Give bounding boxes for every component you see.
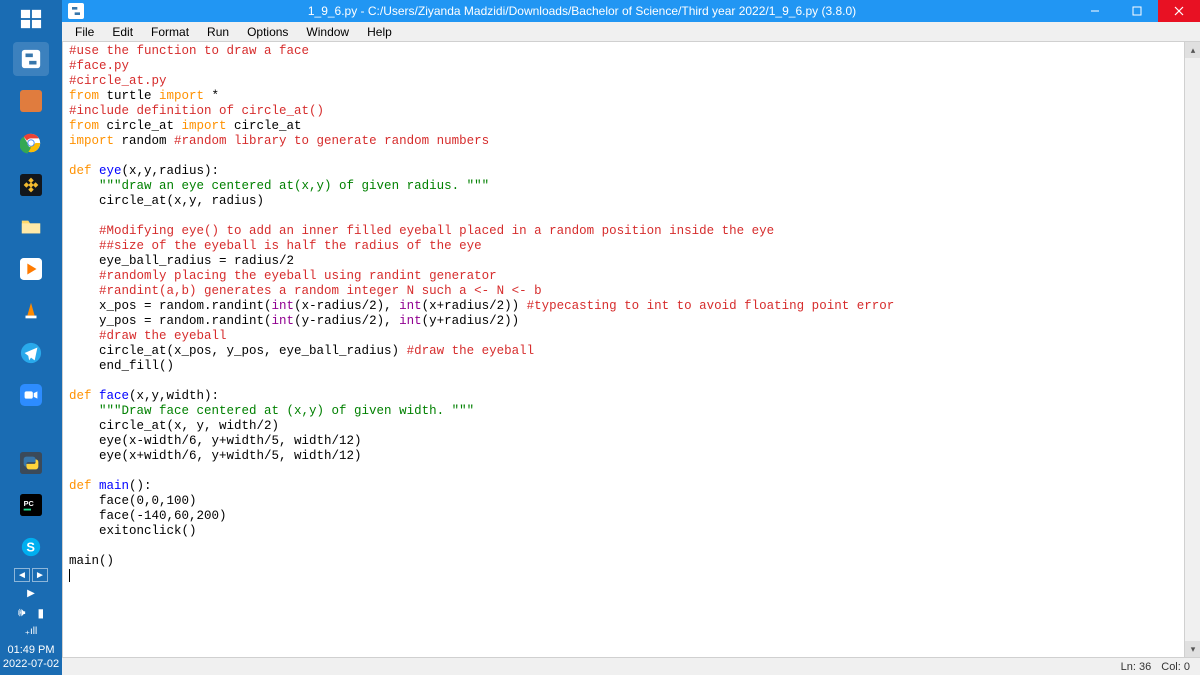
menu-options[interactable]: Options xyxy=(238,23,297,41)
close-button[interactable] xyxy=(1158,0,1200,22)
taskbar-nav-arrows: ◄ ► xyxy=(14,568,48,582)
taskbar-app-zoom[interactable] xyxy=(13,378,49,412)
menu-bar: File Edit Format Run Options Window Help xyxy=(62,22,1200,42)
svg-text:PC: PC xyxy=(24,499,35,508)
python-icon xyxy=(20,452,42,474)
editor-area: #use the function to draw a face#face.py… xyxy=(62,42,1200,657)
start-button[interactable] xyxy=(0,0,62,38)
vlc-icon xyxy=(20,300,42,322)
taskbar-app-1[interactable] xyxy=(13,84,49,118)
vertical-scrollbar[interactable]: ▴ ▾ xyxy=(1184,42,1200,657)
code-editor[interactable]: #use the function to draw a face#face.py… xyxy=(62,42,1184,657)
taskbar-app-python[interactable] xyxy=(13,446,49,480)
battery-icon[interactable]: ▮ xyxy=(37,606,44,620)
menu-format[interactable]: Format xyxy=(142,23,198,41)
minimize-button[interactable] xyxy=(1074,0,1116,22)
taskbar-app-binance[interactable] xyxy=(13,168,49,202)
media-player-icon xyxy=(20,258,42,280)
maximize-button[interactable] xyxy=(1116,0,1158,22)
folder-icon xyxy=(20,216,42,238)
app-icon xyxy=(20,90,42,112)
taskbar-arrow-right[interactable]: ► xyxy=(32,568,48,582)
python-idle-icon xyxy=(20,48,42,70)
app-icon xyxy=(66,1,86,21)
windows-logo-icon xyxy=(20,8,42,30)
chrome-icon xyxy=(20,132,42,154)
taskbar-app-explorer[interactable] xyxy=(13,210,49,244)
taskbar-app-media[interactable] xyxy=(13,252,49,286)
network-icon[interactable]: ₊ıll xyxy=(25,626,38,637)
volume-icon[interactable]: 🕪 xyxy=(18,605,26,620)
pycharm-icon: PC xyxy=(20,494,42,516)
taskbar-arrow-left[interactable]: ◄ xyxy=(14,568,30,582)
status-bar: Ln: 36 Col: 0 xyxy=(62,657,1200,675)
taskbar-app-telegram[interactable] xyxy=(13,336,49,370)
taskbar-app-idle[interactable] xyxy=(13,42,49,76)
menu-file[interactable]: File xyxy=(66,23,103,41)
skype-icon: S xyxy=(20,536,42,558)
menu-edit[interactable]: Edit xyxy=(103,23,142,41)
taskbar-app-chrome[interactable] xyxy=(13,126,49,160)
taskbar-clock[interactable]: 01:49 PM 2022-07-02 xyxy=(3,643,59,671)
window-title: 1_9_6.py - C:/Users/Ziyanda Madzidi/Down… xyxy=(90,4,1074,18)
taskbar-system-tray: ◄ ► ▶ 🕪 ▮ ₊ıll 01:49 PM 2022-07-02 xyxy=(0,568,62,675)
taskbar-show-hidden[interactable]: ▶ xyxy=(27,588,35,599)
taskbar-app-vlc[interactable] xyxy=(13,294,49,328)
idle-title-icon xyxy=(68,3,84,19)
svg-text:S: S xyxy=(26,540,35,555)
taskbar-app-pycharm[interactable]: PC xyxy=(13,488,49,522)
window-title-bar: 1_9_6.py - C:/Users/Ziyanda Madzidi/Down… xyxy=(62,0,1200,22)
taskbar: PC S ◄ ► ▶ 🕪 ▮ ₊ıll 01:49 PM 2022-07-02 xyxy=(0,0,62,675)
scroll-down-button[interactable]: ▾ xyxy=(1185,641,1200,657)
taskbar-app-skype[interactable]: S xyxy=(13,530,49,564)
scroll-up-button[interactable]: ▴ xyxy=(1185,42,1200,58)
menu-help[interactable]: Help xyxy=(358,23,401,41)
menu-run[interactable]: Run xyxy=(198,23,238,41)
zoom-icon xyxy=(20,384,42,406)
telegram-icon xyxy=(20,342,42,364)
status-col: Col: 0 xyxy=(1161,661,1190,673)
status-line: Ln: 36 xyxy=(1121,661,1152,673)
binance-icon xyxy=(20,174,42,196)
menu-window[interactable]: Window xyxy=(297,23,358,41)
taskbar-time: 01:49 PM xyxy=(3,643,59,657)
taskbar-date: 2022-07-02 xyxy=(3,657,59,671)
